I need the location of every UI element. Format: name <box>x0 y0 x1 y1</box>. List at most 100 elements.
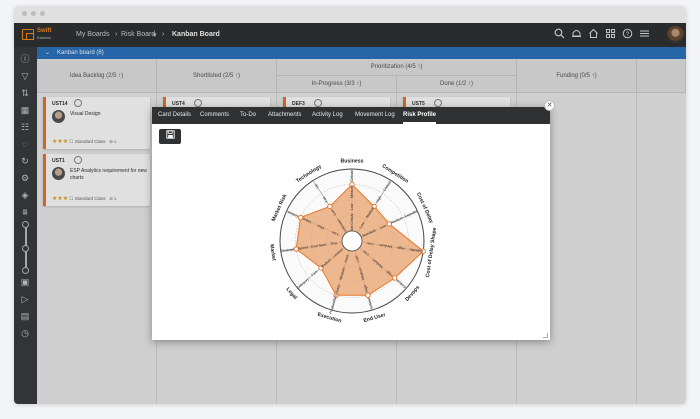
board-header[interactable]: ⌄ Kanban board (8) <box>37 47 686 59</box>
column-header-next[interactable] <box>637 59 686 93</box>
settings-icon[interactable]: ⚙ <box>19 172 31 184</box>
risk-profile-radar-chart: Not CriticalLowMediumCriticalLowMediumHi… <box>268 158 438 324</box>
radar-data-point <box>391 275 398 281</box>
card-size-badge: L <box>114 139 117 144</box>
tab-risk-profile[interactable]: Risk Profile <box>403 107 437 124</box>
card-type-icon <box>194 99 202 107</box>
card-id: UST14 <box>52 101 68 107</box>
card-type-icon <box>74 99 82 107</box>
card-avatar <box>52 110 65 123</box>
top-bar: Swift Kanban My Boards › Risk Board ▾ › … <box>14 23 686 47</box>
card-detail-modal: Card Details Comments To-Do Attachments … <box>152 107 550 340</box>
kanban-card[interactable]: UST1 ESP Analytics requirement for new c… <box>43 154 150 206</box>
left-sidebar: ⓘ ▽ ⇅ ▦ ☷ ◌ ↻ ⚙ ◈ ⩩ ▣ ▷ ▤ ◷ <box>14 47 37 404</box>
board-header-title: Kanban board (8) <box>57 50 104 56</box>
column-header-in-progress[interactable]: In-Progress (3/3 ↑) <box>277 76 397 93</box>
column-header-shortlisted[interactable]: Shortlisted (2/5 ↑) <box>157 59 277 93</box>
rating-stars-icon: ★★★ <box>52 139 69 145</box>
save-button[interactable] <box>159 129 181 144</box>
window-dot <box>40 11 45 16</box>
close-icon[interactable]: ✕ <box>544 100 555 111</box>
radar-axis-label: Business <box>340 158 363 164</box>
calendar-icon[interactable]: ▣ <box>19 276 31 288</box>
kanban-card[interactable]: UST14 Visual Design ★★★ ☐ Standard Class… <box>43 97 150 149</box>
radar-level-label: Critical <box>350 170 354 181</box>
card-id: UST1 <box>52 158 65 164</box>
column-title: Shortlisted (2/5 ↑) <box>192 73 241 79</box>
grid-icon[interactable] <box>604 28 617 41</box>
column-title: Funding (0/5 ↑) <box>556 73 597 79</box>
column-group-prioritization[interactable]: Prioritization (4/5 ↑) <box>277 59 517 76</box>
app-logo[interactable]: Swift Kanban <box>22 28 56 42</box>
rating-stars-icon: ★★★ <box>52 196 69 202</box>
link-icon: ⊘ <box>109 139 114 144</box>
card-avatar <box>52 167 65 180</box>
card-size-badge: L <box>114 196 117 201</box>
refresh-icon[interactable]: ↻ <box>19 155 31 167</box>
chat-icon[interactable]: ◌ <box>19 138 31 150</box>
radar-data-point <box>327 203 333 210</box>
chevron-down-icon[interactable]: ⌄ <box>45 47 50 59</box>
archive-icon[interactable]: ▤ <box>19 310 31 322</box>
link-icon: ⊘ <box>109 196 114 201</box>
home-icon[interactable] <box>587 28 600 41</box>
logo-title: Swift <box>37 28 52 34</box>
menu-icon[interactable] <box>638 28 651 41</box>
radar-axis-label: Cost of Delay Shape <box>425 227 438 278</box>
radar-axis-label: End User <box>363 312 387 324</box>
radar-center <box>341 230 363 252</box>
chart-icon[interactable]: ⩩ <box>19 206 31 218</box>
filter-icon[interactable]: ▽ <box>19 70 31 82</box>
tab-movement-log[interactable]: Movement Log <box>355 107 395 124</box>
clock-icon[interactable]: ◷ <box>19 327 31 339</box>
radar-data-point <box>365 292 371 298</box>
logo-mark-inner <box>26 33 34 40</box>
radar-axis-label: Legal <box>285 287 299 302</box>
radar-level-label: Medium <box>350 185 354 198</box>
window-dot <box>31 11 36 16</box>
tab-card-details[interactable]: Card Details <box>158 107 191 124</box>
column-header-done[interactable]: Done (1/2 ↑) <box>397 76 517 93</box>
breadcrumb-separator-icon: › <box>162 31 165 38</box>
radar-level-label: Low <box>350 203 354 210</box>
card-type-icon <box>434 99 442 107</box>
info-icon[interactable]: ⓘ <box>19 53 31 65</box>
column-header-idea-backlog[interactable]: Idea Backlog (2/5 ↑) <box>37 59 157 93</box>
play-icon[interactable]: ▷ <box>19 293 31 305</box>
list-icon[interactable]: ☷ <box>19 121 31 133</box>
card-type-icon <box>314 99 322 107</box>
column-title: Idea Backlog (2/5 ↑) <box>69 73 124 79</box>
window-dot <box>22 11 27 16</box>
help-icon[interactable]: ? <box>621 28 634 41</box>
column-header-funding[interactable]: Funding (0/5 ↑) <box>517 59 637 93</box>
card-title: ESP Analytics requirement for new charts <box>70 168 147 181</box>
logo-subtitle: Kanban <box>37 35 51 40</box>
card-footer: ★★★ ☐ Standard Class ⊘ L <box>52 138 117 145</box>
card-class: Standard Class <box>74 139 106 144</box>
layout-icon[interactable]: ▦ <box>19 104 31 116</box>
card-title: Visual Design <box>70 111 101 117</box>
class-icon: ☐ <box>69 196 74 201</box>
bell-icon[interactable] <box>570 28 583 41</box>
breadcrumb-my-boards[interactable]: My Boards <box>76 31 109 38</box>
breadcrumb-risk-board[interactable]: Risk Board <box>121 31 155 38</box>
tab-comments[interactable]: Comments <box>200 107 229 124</box>
layers-icon[interactable]: ◈ <box>19 189 31 201</box>
zoom-slider-stop[interactable] <box>22 267 29 274</box>
resize-handle[interactable] <box>543 333 548 338</box>
sort-icon[interactable]: ⇅ <box>19 87 31 99</box>
breadcrumb-separator-icon: › <box>115 31 118 38</box>
zoom-slider-handle[interactable] <box>22 245 29 252</box>
tab-activity-log[interactable]: Activity Log <box>312 107 343 124</box>
chevron-down-icon[interactable]: ▾ <box>153 31 157 39</box>
tab-attachments[interactable]: Attachments <box>268 107 301 124</box>
user-avatar[interactable] <box>667 26 684 43</box>
card-type-icon <box>74 156 82 164</box>
search-icon[interactable] <box>553 28 566 41</box>
radar-level-label: Not Critical <box>350 214 354 232</box>
tab-to-do[interactable]: To-Do <box>240 107 256 124</box>
breadcrumb-current: Kanban Board <box>172 31 220 38</box>
app-window: Swift Kanban My Boards › Risk Board ▾ › … <box>14 6 686 404</box>
zoom-slider-stop[interactable] <box>22 221 29 228</box>
modal-tabs: Card Details Comments To-Do Attachments … <box>152 107 550 124</box>
